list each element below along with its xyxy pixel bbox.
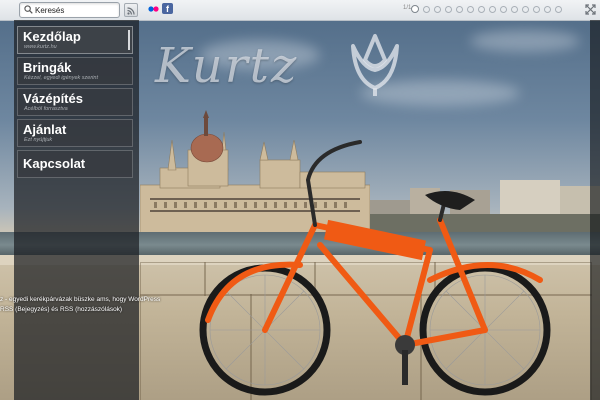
nav-item-label: Kapcsolat (23, 156, 86, 171)
pager-dot[interactable] (411, 5, 419, 13)
nav-item-kezdolap[interactable]: Kezdőlap www.kurtz.hu (17, 26, 133, 54)
nav-item-label: Ajánlat (23, 122, 67, 137)
orange-bicycle (199, 140, 551, 396)
nav-item-label: Bringák (23, 60, 72, 75)
pager-dot[interactable] (423, 6, 430, 13)
pager-dot[interactable] (489, 6, 496, 13)
nav-item-bringak[interactable]: Bringák Kézzel, egyedi igények szerint (17, 57, 133, 85)
pager-dot[interactable] (544, 6, 551, 13)
pager-dot[interactable] (445, 6, 452, 13)
sidebar-nav: Kezdőlap www.kurtz.hu Bringák Kézzel, eg… (14, 20, 139, 400)
pager-dot[interactable] (434, 6, 441, 13)
nav-item-label: Vázépítés (23, 91, 83, 106)
search-icon (24, 5, 33, 14)
pager-dot[interactable] (456, 6, 463, 13)
pager-dot[interactable] (500, 6, 507, 13)
logo-text: Kurtz (155, 38, 299, 94)
pager-dot[interactable] (467, 6, 474, 13)
nav-item-subtitle: Kézzel, egyedi igények szerint (24, 75, 98, 81)
nav-item-subtitle: Ezt nyújtjuk (24, 137, 53, 143)
rss-button[interactable] (124, 3, 138, 17)
pager-dots (411, 5, 562, 15)
nav-item-vazepites[interactable]: Vázépítés Acélból forrasztva (17, 88, 133, 116)
fullscreen-icon[interactable] (585, 4, 596, 15)
footer-credit: z - egyedi kerékpárvázak büszke ams, hog… (0, 296, 161, 303)
nav-item-kapcsolat[interactable]: Kapcsolat (17, 150, 133, 178)
pager-dot[interactable] (478, 6, 485, 13)
nav-item-subtitle: www.kurtz.hu (24, 44, 57, 50)
footer-rss-links[interactable]: RSS (Bejegyzés) és RSS (hozzászólások) (0, 306, 122, 313)
site-logo[interactable]: Kurtz (155, 34, 405, 98)
flickr-icon[interactable] (148, 5, 159, 13)
nav-item-label: Kezdőlap (23, 29, 81, 44)
pager-dot[interactable] (533, 6, 540, 13)
facebook-icon[interactable]: f (162, 3, 173, 14)
tulip-logo-icon (351, 34, 399, 96)
nav-item-subtitle: Acélból forrasztva (24, 106, 68, 112)
right-edge-panel (590, 20, 600, 400)
search-input[interactable] (35, 3, 115, 17)
rss-icon (127, 7, 135, 15)
pager-dot[interactable] (555, 6, 562, 13)
pager-dot[interactable] (522, 6, 529, 13)
pager-dot[interactable] (511, 6, 518, 13)
nav-item-ajanlat[interactable]: Ajánlat Ezt nyújtjuk (17, 119, 133, 147)
search-box[interactable] (19, 2, 120, 18)
slideshow-pager: 1/1 (403, 4, 583, 16)
top-bar: f 1/1 (0, 0, 600, 21)
